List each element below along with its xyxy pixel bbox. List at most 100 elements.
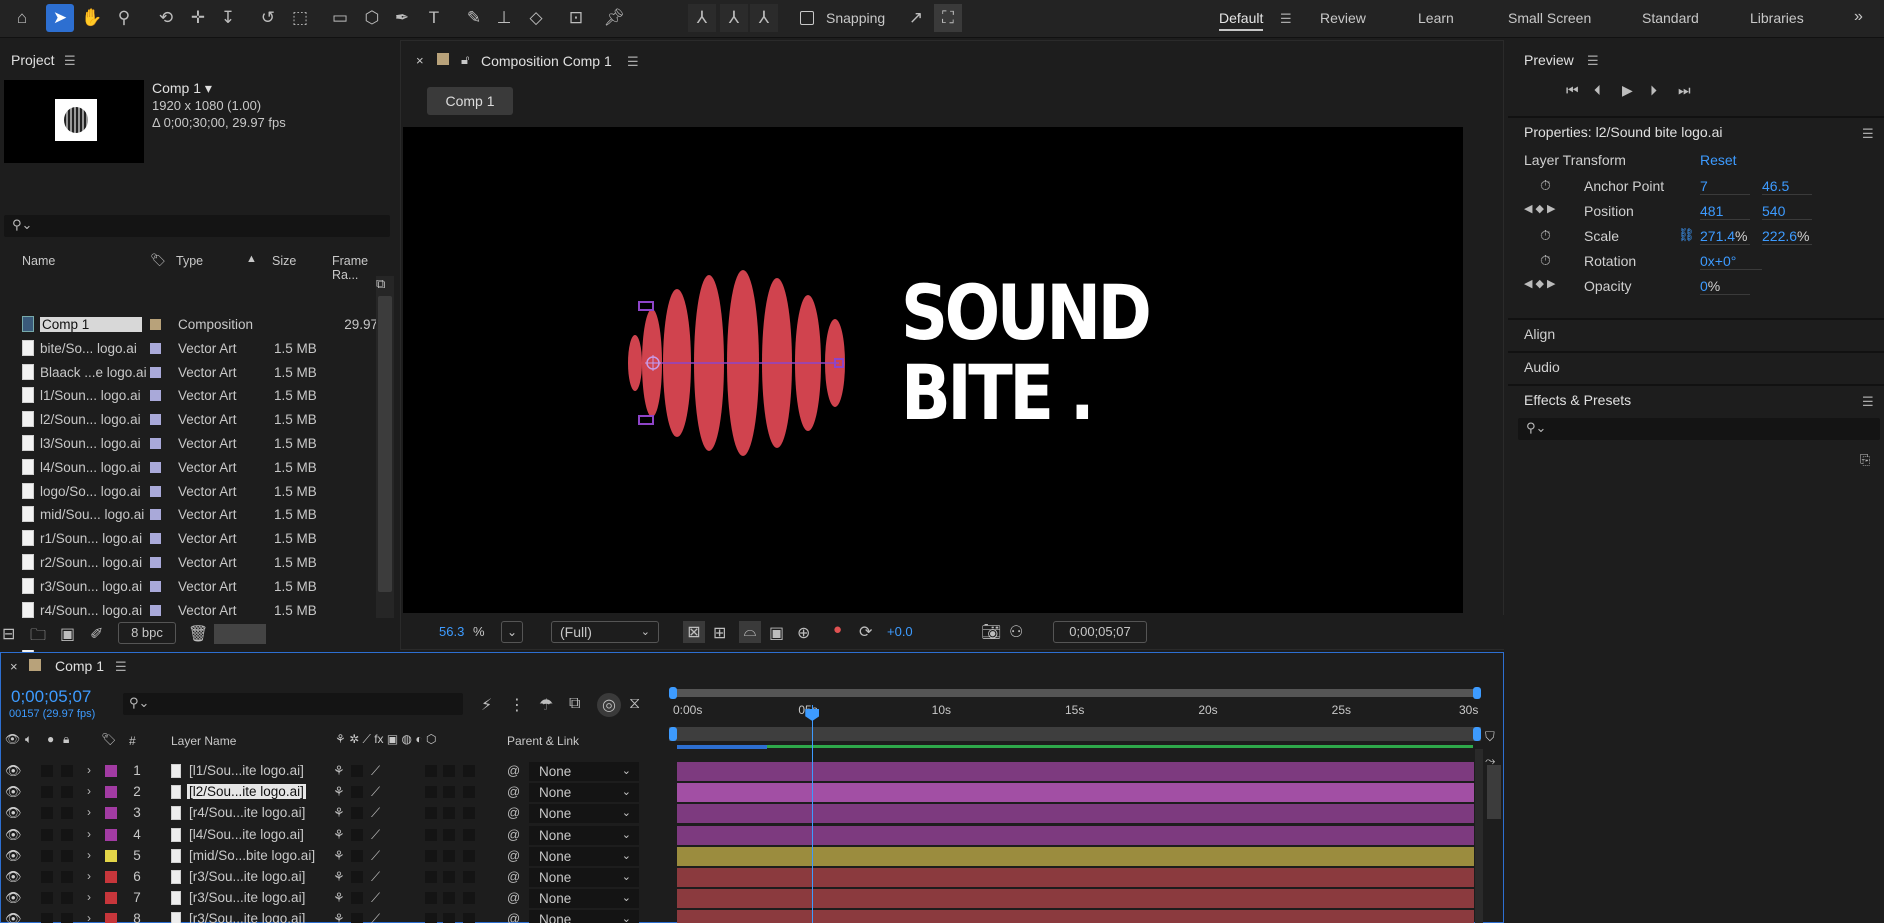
position-x-value[interactable]: 481 (1700, 203, 1750, 220)
draft-3d-icon[interactable]: ⚡ (481, 695, 492, 715)
quality-switch-icon[interactable]: ⟋ (371, 763, 380, 779)
workspace-default[interactable]: Default (1219, 10, 1264, 31)
motion-blur-switch[interactable] (443, 849, 455, 862)
layer-duration-bar[interactable] (677, 910, 1474, 923)
stopwatch-icon[interactable]: ⏱︎ (1540, 252, 1551, 269)
3d-layer-switch[interactable] (463, 807, 475, 820)
motion-blur-switch[interactable] (443, 765, 455, 777)
keyframe-nav-icon[interactable]: ◀ ◆ ▶ (1524, 202, 1556, 215)
fx-switch[interactable] (425, 786, 437, 799)
project-tab[interactable]: Project (11, 52, 55, 68)
layer-row[interactable]: 👁︎ › 2 [l2/Sou...ite logo.ai] ⚘ ⟋ @ None ⌄ (1, 782, 671, 803)
zoom-value[interactable]: 56.3 (439, 624, 464, 639)
zoom-tool-icon[interactable]: ⚲ (110, 4, 138, 32)
solo-toggle[interactable] (41, 828, 53, 841)
layer-duration-bar[interactable] (677, 868, 1474, 887)
pick-whip-icon[interactable]: @ (507, 848, 520, 863)
label-swatch[interactable] (150, 509, 161, 521)
layer-label-swatch[interactable] (105, 892, 117, 905)
timeline-search-input[interactable]: ⚲⌄ (123, 693, 463, 715)
quality-switch-icon[interactable]: ⟋ (371, 911, 380, 923)
col-layer-name[interactable]: Layer Name (171, 734, 236, 748)
text-tool-icon[interactable]: T (420, 4, 448, 32)
comp-breadcrumb[interactable]: Comp 1 (427, 87, 513, 115)
expand-chevron-icon[interactable]: › (87, 911, 91, 923)
parent-select[interactable]: None ⌄ (529, 846, 639, 866)
parent-select[interactable]: None ⌄ (529, 783, 639, 803)
roto-brush-icon[interactable]: ⊡ (562, 4, 590, 32)
graph-editor-icon[interactable]: ⧖ (629, 695, 640, 713)
collapse-switch[interactable] (351, 871, 363, 883)
shy-switch-icon[interactable]: ⚘ (333, 763, 345, 779)
pick-whip-icon[interactable]: @ (507, 763, 520, 778)
new-preset-icon[interactable]: ⎘ (1860, 452, 1870, 468)
workspace-standard[interactable]: Standard (1642, 10, 1699, 26)
quality-switch-icon[interactable]: ⟋ (371, 890, 380, 906)
collapse-switch[interactable] (351, 786, 363, 799)
pick-whip-icon[interactable]: @ (507, 827, 520, 842)
expand-chevron-icon[interactable]: › (87, 763, 91, 777)
lock-toggle[interactable] (61, 871, 73, 883)
3d-layer-switch[interactable] (463, 849, 475, 862)
solo-toggle[interactable] (41, 765, 53, 777)
flowchart-icon[interactable]: ⧉ (376, 276, 385, 292)
workspace-review[interactable]: Review (1320, 10, 1366, 26)
layer-duration-bar[interactable] (677, 783, 1474, 803)
viewer-timecode[interactable]: 0;00;05;07 (1053, 621, 1147, 643)
project-item-comp[interactable]: Comp 1 Composition 29.97 (14, 313, 378, 337)
resolution-select[interactable]: (Full) ⌄ (551, 621, 659, 643)
layer-label-swatch[interactable] (105, 828, 117, 841)
shy-switch-icon[interactable]: ⚘ (333, 848, 345, 864)
exposure-value[interactable]: +0.0 (887, 624, 913, 639)
reset-button[interactable]: Reset (1700, 152, 1737, 168)
pick-whip-icon[interactable]: @ (507, 805, 520, 820)
layer-row[interactable]: 👁︎ › 1 [l1/Sou...ite logo.ai] ⚘ ⟋ @ None ⌄ (1, 761, 671, 782)
comp-dropdown-icon[interactable]: ▾ (205, 80, 212, 96)
motion-blur-switch[interactable] (443, 871, 455, 883)
shy-switch-icon[interactable]: ⚘ (333, 827, 345, 843)
world-axis-icon[interactable]: ⅄ (720, 4, 748, 32)
lock-icon[interactable]: 🔓︎ (461, 52, 469, 68)
quality-switch-icon[interactable]: ⟋ (371, 869, 380, 885)
fx-switch[interactable] (425, 849, 437, 862)
label-swatch[interactable] (150, 414, 161, 426)
label-tag-icon[interactable]: 🏷︎ (150, 253, 166, 268)
parent-select[interactable]: None ⌄ (529, 868, 639, 887)
navigator-end-handle[interactable] (1473, 727, 1481, 741)
project-item[interactable]: bite/So... logo.ai Vector Art 1.5 MB (14, 337, 372, 361)
interpret-footage-icon[interactable]: ⊟ (2, 624, 15, 644)
snap-features-icon[interactable]: ⛶ (934, 4, 962, 32)
layer-label-swatch[interactable] (105, 913, 117, 923)
composition-menu-icon[interactable]: ☰ (627, 54, 639, 70)
label-tag-icon[interactable]: 🏷︎ (101, 732, 116, 746)
opacity-value[interactable]: 0% (1700, 278, 1750, 295)
quality-switch-icon[interactable]: ⟋ (371, 827, 380, 843)
last-frame-icon[interactable]: ⏭ (1678, 82, 1691, 99)
project-search-input[interactable]: ⚲⌄ (4, 215, 390, 237)
preview-tab[interactable]: Preview (1524, 52, 1574, 68)
pen-tool-icon[interactable]: ✒ (388, 4, 416, 32)
label-swatch[interactable] (150, 342, 161, 354)
time-ruler[interactable]: 0:00s05s10s15s20s25s30s (669, 701, 1481, 719)
collapse-switch[interactable] (351, 828, 363, 841)
fx-switch[interactable] (425, 765, 437, 777)
label-swatch[interactable] (150, 319, 161, 330)
label-swatch[interactable] (150, 604, 161, 616)
solo-toggle[interactable] (41, 807, 53, 820)
mask-visibility-icon[interactable]: ⌓ (739, 621, 761, 643)
workspace-more-button[interactable]: » (1854, 8, 1863, 26)
adjust-project-icon[interactable]: ✐ (90, 624, 103, 644)
brush-tool-icon[interactable]: ✎ (460, 4, 488, 32)
visibility-eye-icon[interactable]: 👁︎ (5, 869, 22, 885)
3d-layer-switch[interactable] (463, 913, 475, 923)
parent-select[interactable]: None ⌄ (529, 804, 639, 824)
label-swatch[interactable] (150, 390, 161, 402)
workspace-libraries[interactable]: Libraries (1750, 10, 1804, 26)
timeline-scroll-thumb[interactable] (1487, 765, 1501, 819)
label-swatch[interactable] (150, 533, 161, 545)
next-frame-icon[interactable]: ⏵ (1650, 82, 1657, 99)
snapshot-camera-icon[interactable]: 📷︎ (981, 622, 1001, 642)
frame-blending-icon[interactable]: ⧉ (569, 695, 580, 713)
layer-duration-bar[interactable] (677, 804, 1474, 824)
project-item[interactable]: l3/Soun... logo.ai Vector Art 1.5 MB (14, 432, 372, 456)
